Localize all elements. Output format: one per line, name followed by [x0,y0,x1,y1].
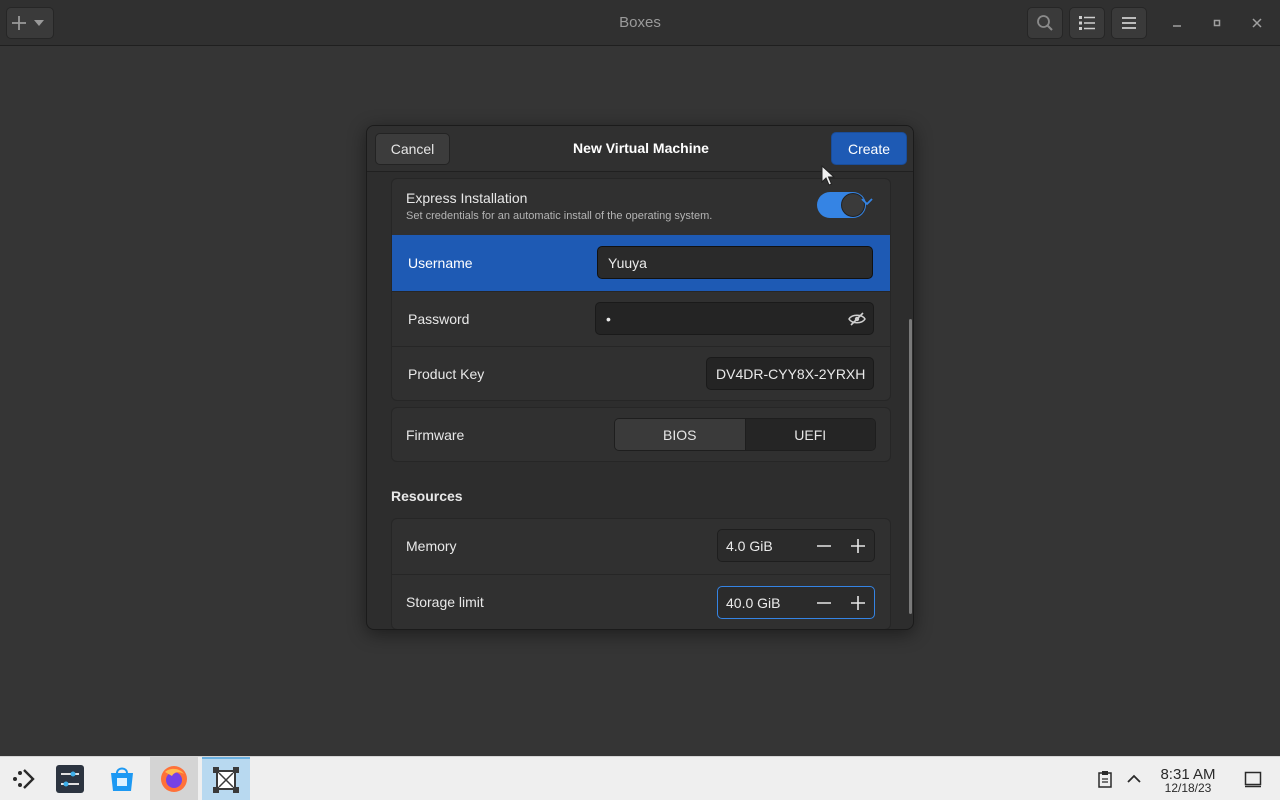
plus-icon [851,596,865,610]
chevron-down-icon[interactable] [860,197,874,207]
minimize-button[interactable] [1165,11,1189,35]
product-key-input[interactable]: DV4DR-CYY8X-2YRXH [706,357,874,390]
firmware-card: Firmware BIOS UEFI [391,407,891,462]
store-bag-icon [111,767,133,791]
system-tray-expand-button[interactable] [1126,771,1142,792]
username-row[interactable]: Username Yuuya [392,235,890,291]
eye-hidden-icon[interactable] [848,311,866,327]
taskbar-firefox-app[interactable] [150,757,198,800]
password-input[interactable]: • [595,302,874,335]
new-box-button[interactable] [6,7,54,39]
resources-title: Resources [391,488,463,504]
resources-card: Memory 4.0 GiB Storage limit 40.0 GiB [391,518,891,629]
close-button[interactable] [1245,11,1269,35]
clipboard-icon [1098,771,1112,788]
clipboard-tray-button[interactable] [1097,770,1113,793]
product-key-label: Product Key [408,366,485,382]
show-desktop-icon [1244,771,1262,788]
memory-value[interactable]: 4.0 GiB [726,538,773,554]
add-icon [12,16,44,30]
boxes-app-icon [213,767,239,793]
express-installation-switch[interactable] [817,192,866,218]
mouse-cursor-icon [821,165,835,186]
memory-label: Memory [406,538,457,554]
express-installation-row[interactable]: Express Installation Set credentials for… [392,179,890,235]
storage-increase-button[interactable] [846,591,870,615]
express-installation-card: Express Installation Set credentials for… [391,178,891,401]
taskbar-discover-app[interactable] [98,757,146,800]
username-input[interactable]: Yuuya [597,246,873,279]
firmware-bios-option[interactable]: BIOS [615,419,746,450]
show-desktop-button[interactable] [1244,770,1262,793]
storage-spinbutton[interactable]: 40.0 GiB [717,586,875,619]
dialog-scrollbar[interactable] [909,319,912,614]
maximize-icon [1213,19,1221,27]
express-installation-title: Express Installation [406,190,528,206]
memory-row: Memory 4.0 GiB [392,519,890,574]
close-icon [1252,18,1262,28]
password-label: Password [408,311,470,327]
chevron-up-icon [1127,774,1141,783]
minus-icon [817,602,831,604]
header-bar: Boxes [0,0,1280,46]
list-view-icon [1079,16,1095,30]
main-menu-button[interactable] [1111,7,1147,39]
app-launcher-button[interactable] [0,757,48,800]
maximize-button[interactable] [1205,11,1229,35]
username-label: Username [408,255,473,271]
firmware-uefi-option[interactable]: UEFI [745,419,875,450]
plus-icon [851,539,865,553]
express-installation-subtitle: Set credentials for an automatic install… [406,210,713,222]
product-key-row: Product Key DV4DR-CYY8X-2YRXH [392,346,890,400]
new-vm-dialog: Cancel New Virtual Machine Create Expres… [366,125,914,630]
memory-spinbutton[interactable]: 4.0 GiB [717,529,875,562]
taskbar: 8:31 AM 12/18/23 [0,756,1280,800]
password-dots: • [606,310,611,327]
search-icon [1037,15,1053,31]
launcher-icon [13,769,35,789]
minus-icon [817,545,831,547]
firmware-label: Firmware [406,427,465,443]
clock-date[interactable]: 12/18/23 [1150,781,1226,795]
create-button[interactable]: Create [831,132,907,165]
storage-row: Storage limit 40.0 GiB [392,574,890,629]
search-button[interactable] [1027,7,1063,39]
settings-app-icon [56,765,84,793]
storage-label: Storage limit [406,594,484,610]
minimize-icon [1173,25,1181,27]
list-view-button[interactable] [1069,7,1105,39]
memory-increase-button[interactable] [846,534,870,558]
taskbar-boxes-app[interactable] [202,757,250,800]
firmware-selector: BIOS UEFI [614,418,876,451]
taskbar-settings-app[interactable] [46,757,94,800]
storage-decrease-button[interactable] [812,591,836,615]
password-row: Password • [392,291,890,346]
memory-decrease-button[interactable] [812,534,836,558]
hamburger-icon [1122,17,1136,29]
firefox-icon [161,766,187,792]
storage-value[interactable]: 40.0 GiB [726,595,780,611]
